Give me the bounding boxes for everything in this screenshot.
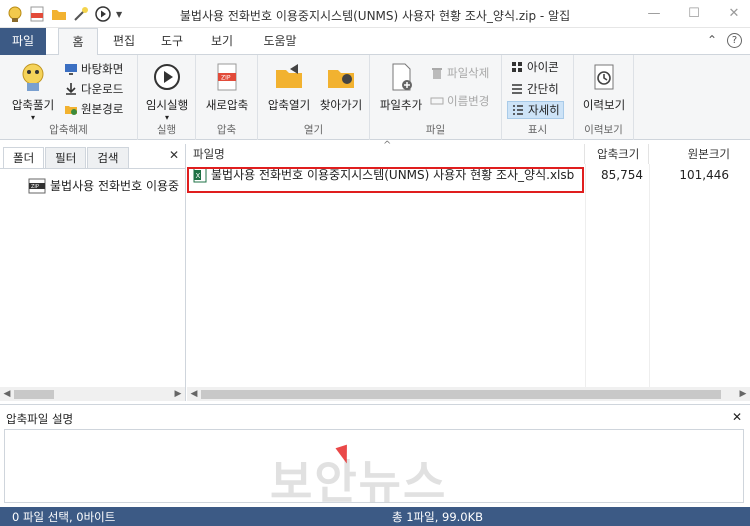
group-label: 파일 xyxy=(425,124,446,136)
packed-size: 85,754 xyxy=(601,168,643,182)
ribbon-tabbar: 파일 홈 편집 도구 보기 도움말 ⌃ ? xyxy=(0,28,750,56)
history-button[interactable]: 이력보기 xyxy=(576,61,632,113)
desktop-icon xyxy=(65,64,77,75)
original-size: 101,446 xyxy=(679,168,729,182)
close-button[interactable]: ✕ xyxy=(724,4,744,22)
collapse-ribbon-icon[interactable]: ⌃ xyxy=(707,33,717,48)
tab-edit[interactable]: 편집 xyxy=(104,28,144,55)
close-pane-button[interactable]: ✕ xyxy=(169,148,179,162)
folder-tree: ZIP 불법사용 전화번호 이용중 xyxy=(0,168,185,388)
left-horizontal-scrollbar[interactable]: ◀ ▶ xyxy=(0,387,185,401)
group-open: 압축열기 찾아가기 열기 xyxy=(258,55,370,140)
tab-filter[interactable]: 필터 xyxy=(45,147,87,168)
group-compress: ZIP 새로압축 압축 xyxy=(196,55,258,140)
trash-icon xyxy=(432,68,442,79)
group-extract: 압축풀기 ▾ 바탕화면 다운로드 원본경로 압축해제 xyxy=(0,55,138,140)
description-title: 압축파일 설명 xyxy=(6,412,74,426)
add-file-button[interactable]: 파일추가 xyxy=(374,61,428,113)
history-icon xyxy=(594,64,614,90)
tab-home[interactable]: 홈 xyxy=(58,28,98,56)
group-label: 압축해제 xyxy=(49,124,88,136)
group-file: 파일추가 파일삭제 이름변경 파일 xyxy=(370,55,502,140)
tree-item-archive[interactable]: ZIP 불법사용 전화번호 이용중 xyxy=(28,177,184,194)
status-bar: 0 파일 선택, 0바이트 총 1파일, 99.0KB xyxy=(0,507,750,526)
icons-view-icon xyxy=(512,62,522,72)
list-view-icon xyxy=(512,84,522,94)
view-details-button[interactable]: 자세히 xyxy=(507,101,564,119)
svg-text:ZIP: ZIP xyxy=(221,75,231,82)
tab-folder[interactable]: 폴더 xyxy=(3,147,45,169)
svg-text:ZIP: ZIP xyxy=(31,184,39,190)
open-archive-button[interactable]: 압축열기 xyxy=(262,61,316,113)
find-folder-icon xyxy=(328,70,354,88)
folder-pane: 폴더 필터 검색 ✕ ZIP 불법사용 전화번호 이용중 ◀ ▶ xyxy=(0,144,186,401)
play-circle-icon xyxy=(154,64,180,90)
column-header-packed-size[interactable]: 압축크기 xyxy=(585,144,649,164)
group-run: 임시실행 ▾ 실행 xyxy=(138,55,196,140)
view-simple-button[interactable]: 간단히 xyxy=(510,81,559,97)
group-history: 이력보기 이력보기 xyxy=(574,55,634,140)
column-header-original-size[interactable]: 원본크기 xyxy=(649,144,750,164)
column-header-name[interactable]: 파일명 xyxy=(187,144,585,164)
highlight-box xyxy=(187,167,584,193)
group-display: 아이콘 간단히 자세히 표시 xyxy=(502,55,574,140)
minimize-button[interactable]: — xyxy=(644,4,664,22)
tab-file[interactable]: 파일 xyxy=(0,28,46,55)
window-title: 불법사용 전화번호 이용중지시스템(UNMS) 사용자 현황 조사_양식.zip… xyxy=(179,9,571,23)
group-label: 열기 xyxy=(303,124,324,136)
dropdown-arrow-icon: ▾ xyxy=(164,113,169,122)
go-to-button[interactable]: 찾아가기 xyxy=(314,61,368,113)
help-icon[interactable]: ? xyxy=(727,33,742,48)
tab-tools[interactable]: 도구 xyxy=(152,28,192,55)
maximize-button[interactable]: ☐ xyxy=(684,4,704,22)
scroll-right-icon[interactable]: ▶ xyxy=(736,389,750,399)
close-description-button[interactable]: ✕ xyxy=(732,410,742,424)
temp-run-button[interactable]: 임시실행 ▾ xyxy=(140,61,194,122)
watermark: 보안뉴스 xyxy=(270,455,448,509)
delete-file-button[interactable]: 파일삭제 xyxy=(430,65,489,81)
title-bar: ▼ 불법사용 전화번호 이용중지시스템(UNMS) 사용자 현황 조사_양식.z… xyxy=(0,0,750,28)
tab-view[interactable]: 보기 xyxy=(202,28,242,55)
tab-help[interactable]: 도움말 xyxy=(254,28,306,55)
details-view-icon xyxy=(513,105,523,115)
extract-wizard-icon xyxy=(22,63,44,91)
dropdown-arrow-icon: ▾ xyxy=(30,113,35,122)
file-horizontal-scrollbar[interactable]: ◀ ▶ xyxy=(187,387,750,401)
original-path-icon xyxy=(65,106,77,115)
status-total: 총 1파일, 99.0KB xyxy=(392,510,484,524)
scroll-left-icon[interactable]: ◀ xyxy=(0,389,14,399)
group-label: 실행 xyxy=(156,124,177,136)
rename-button[interactable]: 이름변경 xyxy=(430,93,489,109)
extract-button[interactable]: 압축풀기 ▾ xyxy=(6,61,60,122)
scroll-right-icon[interactable]: ▶ xyxy=(171,389,185,399)
extract-original-path-button[interactable]: 원본경로 xyxy=(64,101,123,117)
new-compress-button[interactable]: ZIP 새로압축 xyxy=(200,61,254,113)
open-folder-icon xyxy=(276,64,302,88)
group-label: 표시 xyxy=(527,124,548,136)
download-icon xyxy=(66,83,76,95)
tab-search[interactable]: 검색 xyxy=(87,147,129,168)
status-selection: 0 파일 선택, 0바이트 xyxy=(12,510,116,524)
view-icons-button[interactable]: 아이콘 xyxy=(510,59,559,75)
new-zip-icon: ZIP xyxy=(217,63,237,91)
rename-icon xyxy=(430,97,444,105)
scroll-left-icon[interactable]: ◀ xyxy=(187,389,201,399)
extract-desktop-button[interactable]: 바탕화면 xyxy=(64,61,123,77)
group-label: 압축 xyxy=(216,124,237,136)
add-file-icon xyxy=(392,63,412,91)
extract-download-button[interactable]: 다운로드 xyxy=(64,81,123,97)
ribbon: 압축풀기 ▾ 바탕화면 다운로드 원본경로 압축해제 임시실행 ▾ 실행 ZIP… xyxy=(0,55,750,140)
zip-archive-icon: ZIP xyxy=(28,178,46,193)
group-label: 이력보기 xyxy=(584,124,623,136)
